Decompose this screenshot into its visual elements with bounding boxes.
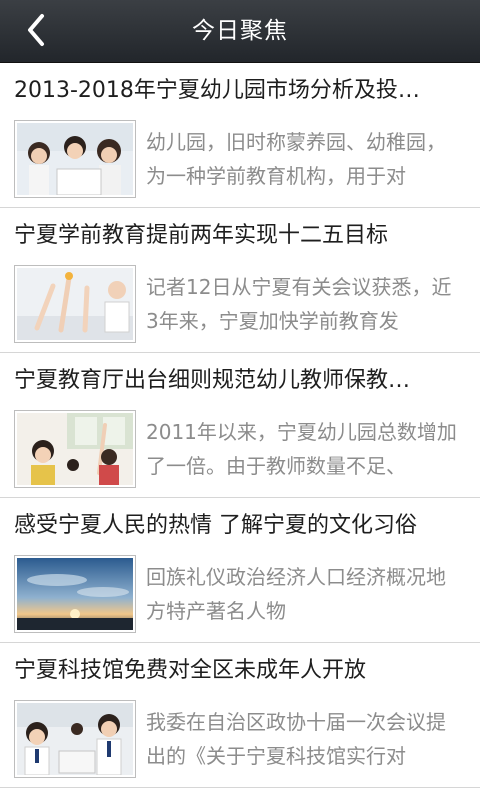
article-summary: 2011年以来，宁夏幼儿园总数增加了一倍。由于教师数量不足、 (146, 420, 457, 478)
article-list: 2013-2018年宁夏幼儿园市场分析及投… 幼儿园，旧时称蒙养园、幼稚园，为一… (0, 63, 480, 788)
children-raising-hands-image (14, 265, 136, 343)
article-title: 感受宁夏人民的热情 了解宁夏的文化习俗 (14, 513, 417, 538)
article-title: 宁夏学前教育提前两年实现十二五目标 (14, 223, 389, 248)
top-navigation-bar: 今日聚焦 (0, 0, 480, 63)
classroom-children-image (14, 410, 136, 488)
list-item[interactable]: 2013-2018年宁夏幼儿园市场分析及投… 幼儿园，旧时称蒙养园、幼稚园，为一… (0, 63, 480, 208)
article-title: 宁夏科技馆免费对全区未成年人开放 (14, 658, 367, 683)
article-title: 2013-2018年宁夏幼儿园市场分析及投… (14, 78, 420, 103)
article-title: 宁夏教育厅出台细则规范幼儿教师保教… (14, 368, 411, 393)
list-item[interactable]: 感受宁夏人民的热情 了解宁夏的文化习俗 回族礼仪政治经济人口经济概况地方特产著名… (0, 498, 480, 643)
list-item[interactable]: 宁夏学前教育提前两年实现十二五目标 记者12日从宁夏有关会议获悉，近3年来，宁夏… (0, 208, 480, 353)
students-in-uniform-image (14, 700, 136, 778)
page-title: 今日聚焦 (192, 18, 288, 44)
sunset-horizon-image (14, 555, 136, 633)
kids-at-laptop-image (14, 120, 136, 198)
list-item[interactable]: 宁夏科技馆免费对全区未成年人开放 我委在自治区政协十届一次会议提出的《关于宁夏科… (0, 643, 480, 788)
article-summary: 记者12日从宁夏有关会议获悉，近3年来，宁夏加快学前教育发 (146, 275, 452, 333)
article-summary: 幼儿园，旧时称蒙养园、幼稚园，为一种学前教育机构，用于对 (146, 130, 446, 188)
list-item[interactable]: 宁夏教育厅出台细则规范幼儿教师保教… 2011年以来，宁夏幼儿园总数增加了一倍。… (0, 353, 480, 498)
article-summary: 我委在自治区政协十届一次会议提出的《关于宁夏科技馆实行对 (146, 710, 446, 768)
article-summary: 回族礼仪政治经济人口经济概况地方特产著名人物 (146, 565, 446, 623)
